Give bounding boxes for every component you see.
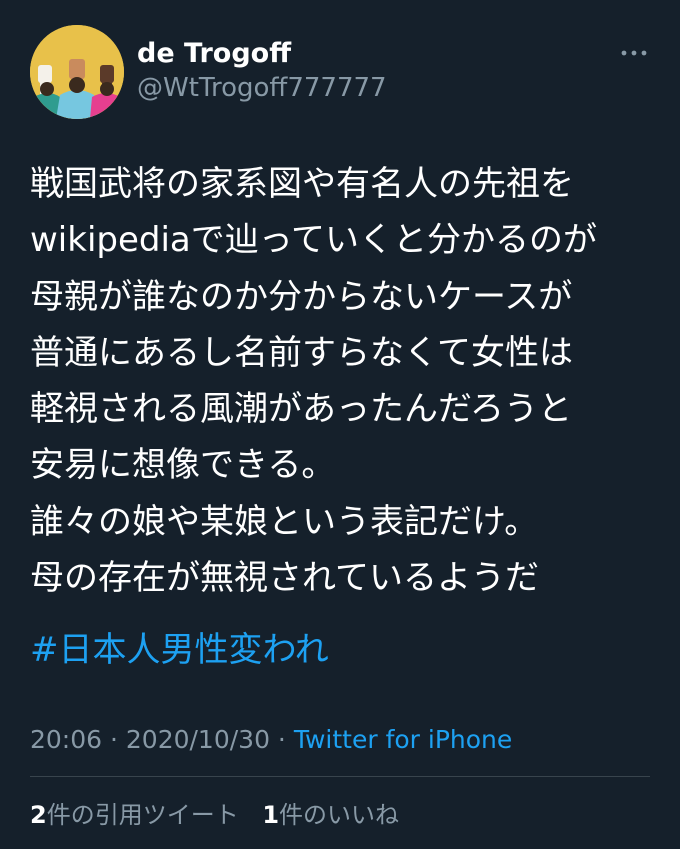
user-names: de Trogoff @WtTrogoff777777 [137, 37, 387, 105]
tweet-text-line: 母の存在が無視されているようだ [30, 558, 539, 599]
tweet-time: 20:06 [30, 725, 103, 754]
quote-label: 件の引用ツイート [46, 801, 239, 829]
display-name[interactable]: de Trogoff [137, 37, 387, 71]
divider [30, 776, 650, 777]
tweet-text-line: 軽視される風潮があったんだろうと [30, 389, 572, 430]
quote-tweets-stat[interactable]: 2件の引用ツイート [30, 801, 239, 829]
tweet-text-line: 安易に想像できる。 [30, 445, 336, 486]
raised-fists-avatar-icon [30, 25, 124, 119]
likes-stat[interactable]: 1件のいいね [262, 801, 399, 829]
hashtag-link[interactable]: #日本人男性変われ [30, 622, 329, 678]
more-horizontal-icon[interactable] [620, 43, 648, 63]
tweet-text-line: 普通にあるし名前すらなくて女性は [30, 332, 573, 373]
tweet-text-line: 戦国武将の家系図や有名人の先祖を [30, 164, 574, 204]
tweet-header: de Trogoff @WtTrogoff777777 [30, 25, 650, 121]
like-count: 1 [262, 801, 280, 829]
tweet-source-link[interactable]: Twitter for iPhone [294, 725, 512, 754]
tweet-stats: 2件の引用ツイート 1件のいいね [30, 795, 415, 835]
tweet-meta: 20:06 · 2020/10/30 · Twitter for iPhone [30, 720, 512, 760]
tweet-text: 戦国武将の家系図や有名人の先祖を wikipediaで辿っていくと分かるのが 母… [30, 156, 650, 606]
meta-separator: · [269, 725, 294, 754]
tweet-text-line: wikipediaで辿っていくと分かるのが [30, 220, 598, 261]
quote-count: 2 [30, 801, 47, 829]
user-handle[interactable]: @WtTrogoff777777 [137, 71, 387, 105]
tweet-text-line: 誰々の娘や某娘という表記だけ。 [30, 501, 539, 542]
like-label: 件のいいね [279, 801, 400, 829]
meta-separator: · [102, 725, 126, 754]
tweet-date: 2020/10/30 [125, 725, 270, 754]
tweet-detail: de Trogoff @WtTrogoff777777 戦国武将の家系図や有名人… [0, 0, 680, 849]
avatar[interactable] [30, 25, 124, 119]
tweet-text-line: 母親が誰なのか分からないケースが [30, 276, 573, 317]
